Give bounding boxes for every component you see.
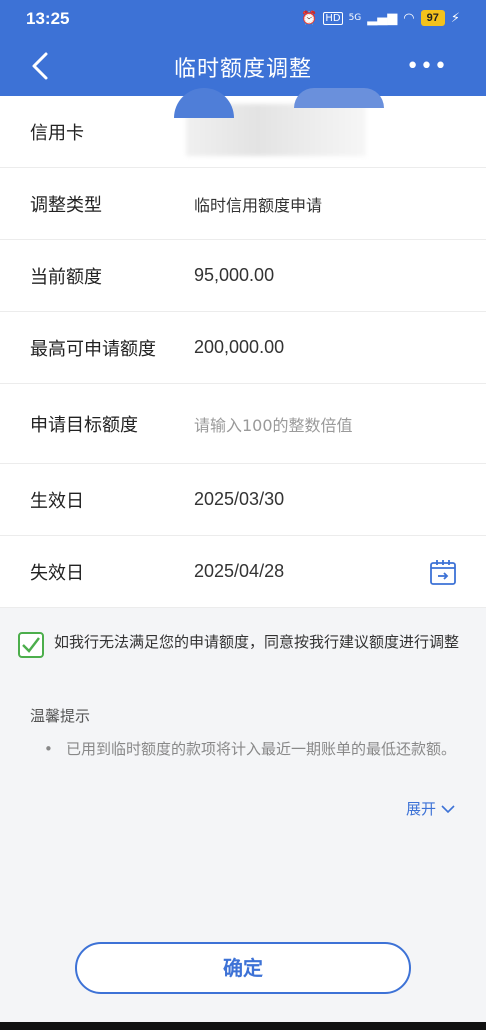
label-effective-date: 生效日 [30,490,84,512]
adjust-form: 信用卡 调整类型 临时信用额度申请 当前额度 95,000.00 最高可申请额度… [0,88,486,608]
row-max-limit: 最高可申请额度 200,000.00 [0,312,486,384]
system-nav-bar [0,1022,486,1030]
agreement-text: 如我行无法满足您的申请额度，同意按我行建议额度进行调整 [54,633,460,651]
label-current-limit: 当前额度 [30,266,102,288]
value-expiry-date: 2025/04/28 [194,561,285,581]
target-limit-input[interactable]: 请输入100的整数倍值 [194,412,353,436]
value-current-limit: 95,000.00 [194,265,275,285]
alarm-icon: ⏰ [301,10,318,26]
expand-label: 展开 [405,800,436,818]
tip-text: 已用到临时额度的款项将计入最近一期账单的最低还款额。 [66,740,457,758]
masked-card-number [174,88,384,158]
chevron-down-icon [441,804,455,813]
network-label: 5G [348,13,362,23]
label-max-limit: 最高可申请额度 [30,338,156,360]
row-credit-card[interactable]: 信用卡 [0,88,486,168]
wifi-icon: ◠ [403,10,415,26]
agreement-checkbox[interactable] [18,632,44,658]
confirm-button[interactable]: 确定 [75,942,411,994]
bullet-icon: • [44,740,53,758]
value-adjust-type: 临时信用额度申请 [194,195,323,215]
status-bar: 13:25 ⏰ HD 5G ▂▄▆ ◠ 97 ⚡ [0,0,486,38]
label-adjust-type: 调整类型 [30,194,102,216]
calendar-icon[interactable] [428,558,458,588]
hd-icon: HD [323,11,343,25]
status-icons: ⏰ HD 5G ▂▄▆ ◠ 97 ⚡ [301,10,460,26]
row-effective-date: 生效日 2025/03/30 [0,464,486,536]
label-credit-card: 信用卡 [30,122,84,144]
app-header: 13:25 ⏰ HD 5G ▂▄▆ ◠ 97 ⚡ 临时额度调整 ••• [0,0,486,96]
row-expiry-date[interactable]: 失效日 2025/04/28 [0,536,486,608]
value-effective-date: 2025/03/30 [194,489,285,509]
more-options-icon[interactable]: ••• [406,54,448,79]
row-adjust-type: 调整类型 临时信用额度申请 [0,168,486,240]
value-max-limit: 200,000.00 [194,337,285,357]
row-target-limit: 申请目标额度 请输入100的整数倍值 [0,384,486,464]
tips-title: 温馨提示 [30,707,91,725]
charging-icon: ⚡ [450,10,460,26]
label-target-limit: 申请目标额度 [30,414,138,436]
battery-level: 97 [420,10,445,26]
label-expiry-date: 失效日 [30,562,84,584]
status-time: 13:25 [26,9,70,28]
row-current-limit: 当前额度 95,000.00 [0,240,486,312]
expand-button[interactable]: 展开 [406,798,456,819]
checkmark-icon [22,637,40,653]
signal-icon: ▂▄▆ [367,10,398,26]
